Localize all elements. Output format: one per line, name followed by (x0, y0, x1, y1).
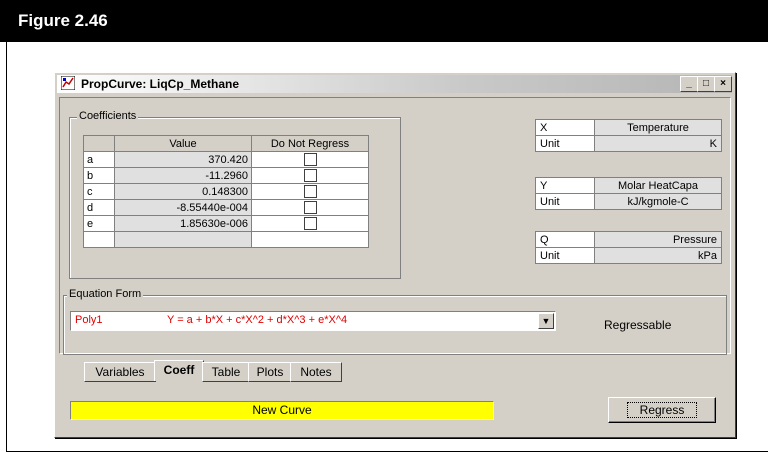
regress-button[interactable]: Regress (608, 397, 716, 423)
x-unit-label: Unit (535, 135, 595, 152)
table-row: b -11.2960 (83, 167, 369, 184)
x-unit-value[interactable]: K (594, 135, 722, 152)
close-button[interactable]: × (714, 76, 732, 92)
x-variable-table: X Temperature Unit K (535, 119, 722, 152)
do-not-regress-checkbox[interactable] (303, 201, 317, 214)
x-key: X (535, 119, 595, 136)
coefficient-value-cell[interactable]: -11.2960 (114, 167, 252, 184)
x-variable-name[interactable]: Temperature (594, 119, 722, 136)
coefficient-value-cell[interactable]: 370.420 (114, 151, 252, 168)
minimize-button[interactable]: _ (680, 76, 698, 92)
table-row: d -8.55440e-004 (83, 199, 369, 216)
y-unit-value[interactable]: kJ/kgmole-C (594, 193, 722, 210)
do-not-regress-checkbox[interactable] (303, 185, 317, 198)
app-icon (61, 76, 75, 90)
propcurve-window: PropCurve: LiqCp_Methane _ □ × Coefficie… (54, 72, 736, 438)
coefficient-name: b (83, 167, 115, 184)
q-unit-value[interactable]: kPa (594, 247, 722, 264)
title-bar[interactable]: PropCurve: LiqCp_Methane _ □ × (57, 75, 732, 93)
q-key: Q (535, 231, 595, 248)
regressable-status: Regressable (604, 318, 672, 332)
status-bar: New Curve (70, 401, 494, 420)
tab-table[interactable]: Table (202, 362, 250, 382)
coefficient-value-cell[interactable] (114, 231, 252, 248)
tab-variables[interactable]: Variables (84, 362, 156, 382)
figure-left-rule (6, 42, 7, 452)
coefficient-value-cell[interactable]: 1.85630e-006 (114, 215, 252, 232)
q-variable-name[interactable]: Pressure (594, 231, 722, 248)
do-not-regress-checkbox[interactable] (303, 169, 317, 182)
do-not-regress-checkbox[interactable] (303, 153, 317, 166)
tab-coeff[interactable]: Coeff (154, 360, 204, 381)
tab-plots[interactable]: Plots (248, 362, 292, 382)
coefficient-name: a (83, 151, 115, 168)
y-variable-table: Y Molar HeatCapa Unit kJ/kgmole-C (535, 177, 722, 210)
window-title: PropCurve: LiqCp_Methane (81, 77, 240, 91)
table-row: c 0.148300 (83, 183, 369, 200)
tab-notes[interactable]: Notes (290, 362, 342, 382)
chevron-down-icon[interactable]: ▼ (538, 313, 554, 329)
do-not-regress-column-header: Do Not Regress (251, 135, 369, 152)
table-row: a 370.420 (83, 151, 369, 168)
figure-label: Figure 2.46 (0, 0, 768, 42)
coefficients-grid: Value Do Not Regress a 370.420 b -11.296… (83, 135, 369, 248)
table-row: e 1.85630e-006 (83, 215, 369, 232)
coefficients-label: Coefficients (77, 110, 139, 122)
coefficient-name: c (83, 183, 115, 200)
value-column-header: Value (114, 135, 252, 152)
grid-corner (83, 135, 115, 152)
table-row (83, 231, 369, 248)
do-not-regress-checkbox[interactable] (303, 217, 317, 230)
grid-header-row: Value Do Not Regress (83, 135, 369, 152)
equation-form-label: Equation Form (67, 288, 144, 300)
equation-formula: Y = a + b*X + c*X^2 + d*X^3 + e*X^4 (167, 314, 348, 326)
coefficient-value-cell[interactable]: 0.148300 (114, 183, 252, 200)
coefficient-name: e (83, 215, 115, 232)
y-unit-label: Unit (535, 193, 595, 210)
coefficient-name: d (83, 199, 115, 216)
equation-type: Poly1 (75, 314, 103, 326)
maximize-button[interactable]: □ (697, 76, 715, 92)
y-variable-name[interactable]: Molar HeatCapa (594, 177, 722, 194)
q-unit-label: Unit (535, 247, 595, 264)
y-key: Y (535, 177, 595, 194)
q-variable-table: Q Pressure Unit kPa (535, 231, 722, 264)
equation-form-combo[interactable]: Poly1 Y = a + b*X + c*X^2 + d*X^3 + e*X^… (70, 311, 556, 331)
empty-cell (251, 231, 369, 248)
regress-button-label: Regress (626, 402, 698, 418)
coefficient-value-cell[interactable]: -8.55440e-004 (114, 199, 252, 216)
coefficient-name (83, 231, 115, 248)
